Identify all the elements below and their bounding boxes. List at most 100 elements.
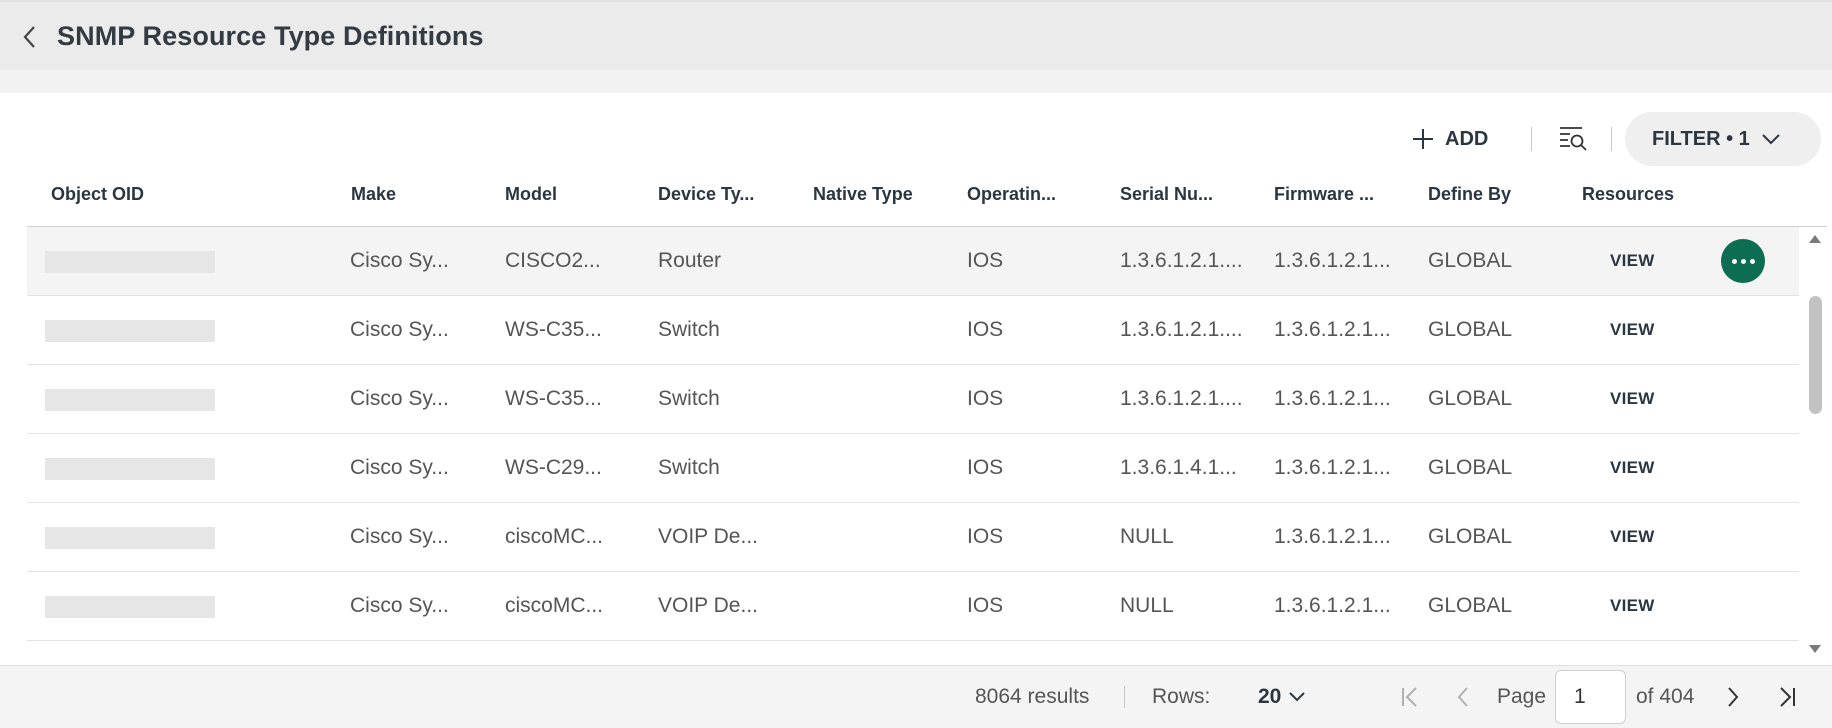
cell-firmware: 1.3.6.1.2.1...: [1274, 249, 1391, 272]
prev-page-button[interactable]: [1448, 681, 1478, 713]
column-header-firmware[interactable]: Firmware ...: [1274, 184, 1374, 205]
cell-firmware: 1.3.6.1.2.1...: [1274, 387, 1391, 410]
view-resources-link[interactable]: VIEW: [1610, 434, 1655, 502]
cell-device-type: Switch: [658, 456, 720, 479]
first-page-button[interactable]: [1395, 681, 1425, 713]
cell-define-by: GLOBAL: [1428, 594, 1513, 617]
rows-per-page-select[interactable]: 20: [1258, 682, 1306, 712]
scroll-down-arrow[interactable]: [1809, 645, 1821, 653]
table-row[interactable]: Cisco Sy... CISCO2... Router IOS 1.3.6.1…: [27, 227, 1799, 296]
toolbar-divider: [1531, 127, 1532, 151]
column-header-operating-system[interactable]: Operatin...: [967, 184, 1056, 205]
page-total: of 404: [1636, 685, 1695, 708]
chevron-left-icon: [23, 26, 35, 48]
footer-divider: [1124, 686, 1125, 708]
cell-serial: 1.3.6.1.2.1....: [1120, 318, 1243, 341]
cell-model: ciscoMC...: [505, 525, 604, 548]
cell-device-type: VOIP De...: [658, 594, 758, 617]
first-page-icon: [1402, 687, 1417, 707]
cell-make: Cisco Sy...: [350, 525, 449, 548]
view-resources-link[interactable]: VIEW: [1610, 572, 1655, 640]
table-row[interactable]: Cisco Sy... ciscoMC... VOIP De... IOS NU…: [27, 503, 1799, 572]
cell-define-by: GLOBAL: [1428, 456, 1513, 479]
object-oid-placeholder: [45, 251, 215, 273]
last-page-button[interactable]: [1772, 681, 1802, 713]
search-list-button[interactable]: [1558, 124, 1588, 152]
cell-device-type: Switch: [658, 318, 720, 341]
cell-os: IOS: [967, 318, 1004, 341]
cell-serial: NULL: [1120, 525, 1174, 548]
cell-os: IOS: [967, 456, 1004, 479]
view-resources-link[interactable]: VIEW: [1610, 296, 1655, 364]
cell-make: Cisco Sy...: [350, 594, 449, 617]
object-oid-placeholder: [45, 389, 215, 411]
cell-device-type: Router: [658, 249, 722, 272]
cell-serial: 1.3.6.1.2.1....: [1120, 249, 1243, 272]
table-row[interactable]: Cisco Sy... ciscoMC... VOIP De... IOS NU…: [27, 572, 1799, 641]
cell-firmware: 1.3.6.1.2.1...: [1274, 456, 1391, 479]
table-scrollbar[interactable]: [1806, 228, 1826, 660]
page-title: SNMP Resource Type Definitions: [57, 21, 484, 51]
column-header-serial-number[interactable]: Serial Nu...: [1120, 184, 1213, 205]
cell-os: IOS: [967, 525, 1004, 548]
page-label: Page: [1497, 685, 1547, 708]
back-button[interactable]: [18, 22, 42, 52]
column-header-device-type[interactable]: Device Ty...: [658, 184, 754, 205]
row-actions-button[interactable]: [1721, 239, 1765, 283]
chevron-down-icon: [1762, 134, 1780, 145]
object-oid-placeholder: [45, 458, 215, 480]
next-page-icon: [1728, 687, 1739, 707]
table-row[interactable]: Cisco Sy... WS-C35... Switch IOS 1.3.6.1…: [27, 365, 1799, 434]
page-header: SNMP Resource Type Definitions: [0, 0, 1832, 70]
object-oid-placeholder: [45, 320, 215, 342]
cell-serial: 1.3.6.1.2.1....: [1120, 387, 1243, 410]
cell-device-type: VOIP De...: [658, 525, 758, 548]
cell-serial: NULL: [1120, 594, 1174, 617]
cell-firmware: 1.3.6.1.2.1...: [1274, 594, 1391, 617]
table-row[interactable]: Cisco Sy... WS-C29... Switch IOS 1.3.6.1…: [27, 434, 1799, 503]
filter-button[interactable]: FILTER • 1: [1625, 112, 1821, 166]
cell-os: IOS: [967, 387, 1004, 410]
scroll-up-arrow[interactable]: [1809, 235, 1821, 243]
results-count: 8064 results: [975, 685, 1090, 708]
column-header-make[interactable]: Make: [351, 184, 396, 205]
cell-firmware: 1.3.6.1.2.1...: [1274, 318, 1391, 341]
cell-define-by: GLOBAL: [1428, 318, 1513, 341]
view-resources-link[interactable]: VIEW: [1610, 503, 1655, 571]
column-header-model[interactable]: Model: [505, 184, 557, 205]
next-page-button[interactable]: [1718, 681, 1748, 713]
filter-button-label: FILTER • 1: [1652, 127, 1750, 150]
cell-os: IOS: [967, 594, 1004, 617]
cell-make: Cisco Sy...: [350, 318, 449, 341]
cell-make: Cisco Sy...: [350, 249, 449, 272]
cell-model: CISCO2...: [505, 249, 601, 272]
add-button[interactable]: ADD: [1411, 122, 1488, 156]
column-header-resources[interactable]: Resources: [1582, 184, 1674, 205]
last-page-icon: [1780, 687, 1795, 707]
column-header-object-oid[interactable]: Object OID: [51, 184, 144, 205]
cell-os: IOS: [967, 249, 1004, 272]
cell-model: WS-C35...: [505, 318, 602, 341]
cell-model: WS-C29...: [505, 456, 602, 479]
cell-make: Cisco Sy...: [350, 456, 449, 479]
plus-icon: [1413, 129, 1433, 149]
scroll-thumb[interactable]: [1809, 296, 1822, 414]
table-row[interactable]: Cisco Sy... WS-C35... Switch IOS 1.3.6.1…: [27, 296, 1799, 365]
view-resources-link[interactable]: VIEW: [1610, 227, 1655, 295]
more-horizontal-icon: [1730, 258, 1757, 264]
cell-make: Cisco Sy...: [350, 387, 449, 410]
column-header-define-by[interactable]: Define By: [1428, 184, 1511, 205]
rows-label: Rows:: [1152, 685, 1211, 708]
view-resources-link[interactable]: VIEW: [1610, 365, 1655, 433]
rows-per-page-value: 20: [1258, 685, 1282, 708]
cell-device-type: Switch: [658, 387, 720, 410]
cell-model: ciscoMC...: [505, 594, 604, 617]
cell-firmware: 1.3.6.1.2.1...: [1274, 525, 1391, 548]
page-number-input[interactable]: [1555, 670, 1626, 724]
cell-define-by: GLOBAL: [1428, 249, 1513, 272]
prev-page-icon: [1457, 687, 1468, 707]
chevron-down-icon: [1289, 692, 1306, 702]
add-button-label: ADD: [1445, 127, 1489, 150]
object-oid-placeholder: [45, 596, 215, 618]
column-header-native-type[interactable]: Native Type: [813, 184, 913, 205]
